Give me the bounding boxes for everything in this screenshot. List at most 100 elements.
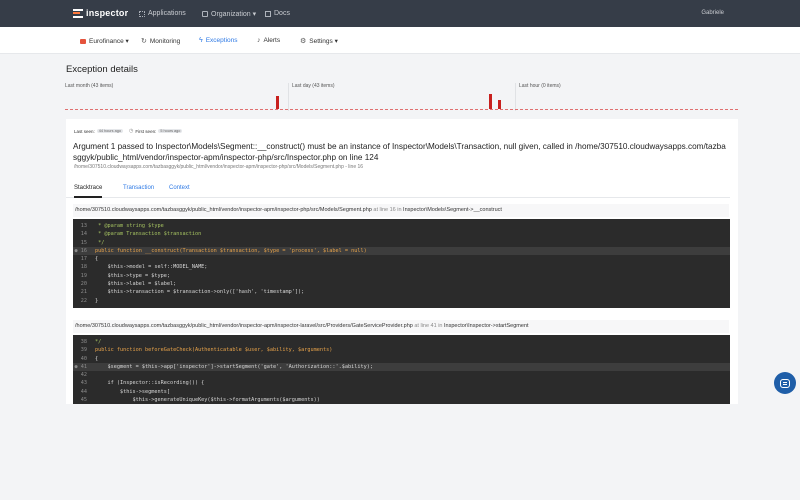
stack-frame-header[interactable]: /home/307510.cloudwaysapps.com/tazbasggy… [73,204,729,217]
histogram-baseline [65,109,738,110]
tab-alerts-label: Alerts [263,37,281,44]
seen-info: Last seen: 44 hours ago ◷ First seen: 5 … [74,128,188,134]
app-selector[interactable]: Eurofinance ▾ [80,37,129,45]
histogram-day: Last day (43 items) [292,83,514,111]
exception-file-path: /home/307510.cloudwaysapps.com/tazbasggy… [74,164,364,170]
code-line: 43 if (Inspector::isRecording()) { [73,379,730,387]
tab-exceptions-label: Exceptions [205,37,238,44]
line-number: 44 [80,388,87,395]
code-snippet: 38 */ 39 public function beforeGateCheck(Au… [73,335,730,404]
bolt-icon: ϟ [199,37,203,44]
frame-path: /home/307510.cloudwaysapps.com/tazbasggy… [75,207,372,213]
line-number: 17 [80,256,87,263]
histogram-hour: Last hour (0 items) [519,83,738,111]
tab-alerts[interactable]: ♪ Alerts [257,37,280,44]
nav-applications[interactable]: Applications [139,10,186,17]
line-number: 39 [80,347,87,354]
alert-icon: ♪ [257,37,261,44]
line-number: 20 [80,281,87,288]
tab-context[interactable]: Context [169,185,190,191]
code-text: * @param string $type [95,223,164,229]
frame-line-text: at line 41 in [412,323,444,329]
code-line: ● 41 $segment = $this->app['inspector']-… [73,362,730,372]
book-icon [265,10,271,17]
histogram-bar [276,96,279,109]
tab-settings[interactable]: ⚙ Settings ▾ [300,37,338,45]
code-line: 19 $this->type = $type; [73,272,730,280]
histogram-bar [489,94,492,109]
histogram-month: Last month (43 items) [65,83,287,111]
tab-exceptions[interactable]: ϟ Exceptions [199,37,238,44]
frame-path: /home/307510.cloudwaysapps.com/tazbasggy… [75,323,413,329]
line-number: 38 [80,339,87,345]
gear-icon: ⚙ [300,38,307,45]
code-line: 22} [73,297,730,305]
exception-card: Last seen: 44 hours ago ◷ First seen: 5 … [66,119,738,404]
tab-stacktrace[interactable]: Stacktrace [74,185,103,198]
nav-docs[interactable]: Docs [265,10,290,17]
code-text: * @param Transaction $transaction [95,231,202,238]
line-number: 22 [80,297,87,304]
stack-frame-header[interactable]: /home/307510.cloudwaysapps.com/tazbasggy… [73,320,729,333]
code-text: $this->segments[ [95,388,170,395]
monitoring-icon: ↻ [141,38,147,45]
line-number: ● 41 [74,363,88,370]
line-number: 18 [80,264,87,271]
building-icon [202,11,208,17]
code-line: 15 */ [73,239,730,247]
line-number: 14 [80,231,87,238]
nav-applications-label: Applications [148,10,186,17]
code-text: if (Inspector::isRecording()) { [95,380,205,387]
code-text: $segment = $this->app['inspector']->star… [95,363,373,370]
brand-name: inspector [86,8,129,18]
tab-transaction[interactable]: Transaction [123,185,154,191]
code-line: 14 * @param Transaction $transaction [73,230,730,238]
code-text: public function beforeGateCheck(Authenti… [95,347,333,354]
histogram-day-label: Last day (43 items) [292,83,335,89]
frame-function: Inspector\Models\Segment->__construct [403,207,502,213]
frame-function: Inspector\Inspector->startSegment [444,323,529,329]
code-text: { [95,256,99,263]
code-text: public function __construct(Transaction … [95,247,367,254]
code-line: 18 $this->model = self::MODEL_NAME; [73,263,730,271]
line-number: 43 [80,380,87,387]
histogram-divider [515,83,516,111]
code-text: $this->label = $label; [95,281,177,288]
nav-organization-label: Organization ▾ [211,11,257,18]
brand-logo[interactable]: inspector [73,8,128,18]
grid-icon [139,10,145,17]
code-line: 44 $this->segments[ [73,388,730,396]
chat-bubble-icon [780,378,790,388]
app-subnav: Eurofinance ▾ ↻ Monitoring ϟ Exceptions … [0,27,800,54]
code-line: 20 $this->label = $label; [73,280,730,288]
code-line: 13 * @param string $type [73,222,730,230]
code-line: 39 public function beforeGateCheck(Authen… [73,346,730,354]
first-seen-badge: 5 hours ago [158,129,183,133]
first-seen-label: First seen: [135,128,157,134]
code-line: 40 { [73,355,730,363]
tab-monitoring[interactable]: ↻ Monitoring [141,37,180,46]
last-seen-label: Last seen: [74,128,95,134]
code-text: $this->transaction = $transaction->only(… [95,289,305,296]
line-number: 21 [80,289,87,296]
last-seen-badge: 44 hours ago [96,129,123,133]
code-text: $this->model = self::MODEL_NAME; [95,264,208,271]
code-text: } [95,297,99,304]
code-line: 21 $this->transaction = $transaction->on… [73,288,730,296]
code-text: */ [95,339,102,345]
page-title: Exception details [66,64,138,75]
line-number: 42 [80,372,87,379]
histogram-month-label: Last month (43 items) [65,83,114,89]
line-number: 13 [80,223,87,229]
tab-settings-label: Settings ▾ [309,38,338,45]
chat-button[interactable] [774,372,796,394]
user-menu[interactable]: Gabriele [701,10,724,16]
frame-line-text: at line 16 in [371,207,404,213]
line-number: 40 [80,355,87,362]
clock-icon: ◷ [128,128,134,134]
code-snippet: 13 * @param string $type 14 * @param Tran… [73,219,730,308]
detail-tabs: Stacktrace Transaction Context [66,181,730,198]
nav-organization[interactable]: Organization ▾ [202,10,256,18]
nav-docs-label: Docs [274,10,290,17]
